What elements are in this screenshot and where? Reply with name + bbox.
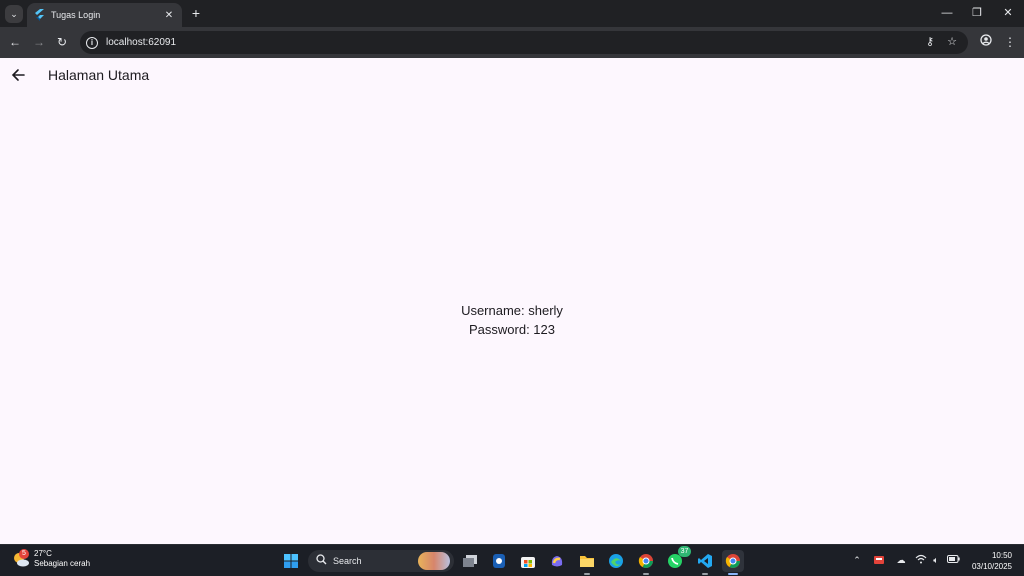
taskbar-search[interactable]: Search: [308, 550, 454, 572]
weather-badge: 5: [19, 549, 29, 559]
new-tab-button[interactable]: +: [188, 5, 204, 21]
app-viewport: Halaman Utama Username: sherly Password:…: [0, 58, 1024, 544]
browser-toolbar: ← → ↻ i localhost:62091 ⚷ ☆ ⋮: [0, 27, 1024, 58]
weather-widget[interactable]: 5 27°C Sebagian cerah: [12, 549, 90, 569]
chrome-profile-icon[interactable]: [635, 550, 657, 575]
flutter-favicon-icon: [33, 9, 45, 21]
close-tab-icon[interactable]: ✕: [162, 10, 176, 21]
show-hidden-icons-chevron-icon[interactable]: ⌃: [851, 554, 863, 566]
app-icon-dark[interactable]: [488, 550, 510, 572]
app-bar: Halaman Utama: [0, 58, 1024, 94]
vscode-icon[interactable]: [694, 550, 716, 575]
search-icon: [316, 552, 327, 570]
page-title: Halaman Utama: [48, 67, 150, 83]
address-bar[interactable]: i localhost:62091 ⚷ ☆: [80, 31, 968, 54]
volume-icon[interactable]: 🔈︎: [930, 554, 942, 566]
tab-search-button[interactable]: ⌄: [5, 5, 23, 23]
onedrive-icon[interactable]: ☁: [895, 554, 907, 566]
url-text: localhost:62091: [106, 37, 177, 48]
file-explorer-icon[interactable]: [576, 550, 598, 575]
running-indicator: [584, 573, 590, 575]
battery-icon[interactable]: [947, 554, 960, 566]
edge-icon[interactable]: [605, 550, 627, 572]
search-label: Search: [333, 556, 362, 566]
windows-start-icon[interactable]: [280, 550, 302, 572]
tab-strip: ⌄ Tugas Login ✕ + — ❐ ✕: [0, 0, 1024, 27]
tab-title: Tugas Login: [51, 10, 101, 20]
weather-temp: 27°C: [34, 549, 52, 558]
running-indicator: [643, 573, 649, 575]
forward-icon[interactable]: →: [31, 34, 47, 50]
app-back-arrow-icon[interactable]: [10, 67, 28, 85]
close-window-icon[interactable]: ✕: [997, 4, 1019, 22]
user-info: Username: sherly Password: 123: [0, 301, 1024, 339]
whatsapp-badge: 37: [678, 546, 691, 557]
whatsapp-icon[interactable]: 37: [664, 546, 691, 572]
site-info-icon[interactable]: i: [86, 36, 98, 49]
username-text: Username: sherly: [461, 303, 563, 318]
partly-cloudy-icon: 5: [12, 549, 30, 568]
weather-desc: Sebagian cerah: [34, 559, 91, 568]
password-key-icon[interactable]: ⚷: [922, 34, 938, 50]
windows-taskbar: 5 27°C Sebagian cerah Search 37 ⌃ ☁ 🔈︎ 1…: [0, 544, 1024, 576]
browser-tab[interactable]: Tugas Login ✕: [27, 3, 182, 27]
clock-date: 03/10/2025: [971, 562, 1012, 571]
menu-kebab-icon[interactable]: ⋮: [1002, 34, 1018, 50]
task-view-icon[interactable]: [459, 550, 481, 572]
back-icon[interactable]: ←: [7, 34, 23, 50]
chevron-down-icon: ⌄: [10, 8, 18, 19]
system-clock[interactable]: 10:50 03/10/2025: [972, 550, 1012, 572]
wifi-icon[interactable]: [915, 554, 927, 566]
minimize-icon[interactable]: —: [936, 4, 958, 22]
active-indicator: [728, 573, 738, 575]
search-highlight-image: [418, 552, 450, 570]
running-indicator: [702, 573, 708, 575]
restore-icon[interactable]: ❐: [966, 4, 988, 22]
reload-icon[interactable]: ↻: [54, 34, 70, 50]
copilot-icon[interactable]: [546, 550, 568, 572]
chrome-icon[interactable]: [722, 550, 744, 575]
clock-time: 10:50: [991, 551, 1012, 560]
bookmark-star-icon[interactable]: ☆: [944, 34, 960, 50]
password-text: Password: 123: [469, 322, 555, 337]
profile-icon[interactable]: [978, 34, 994, 50]
microsoft-store-icon[interactable]: [517, 550, 539, 572]
tray-app-icon[interactable]: [873, 554, 885, 566]
